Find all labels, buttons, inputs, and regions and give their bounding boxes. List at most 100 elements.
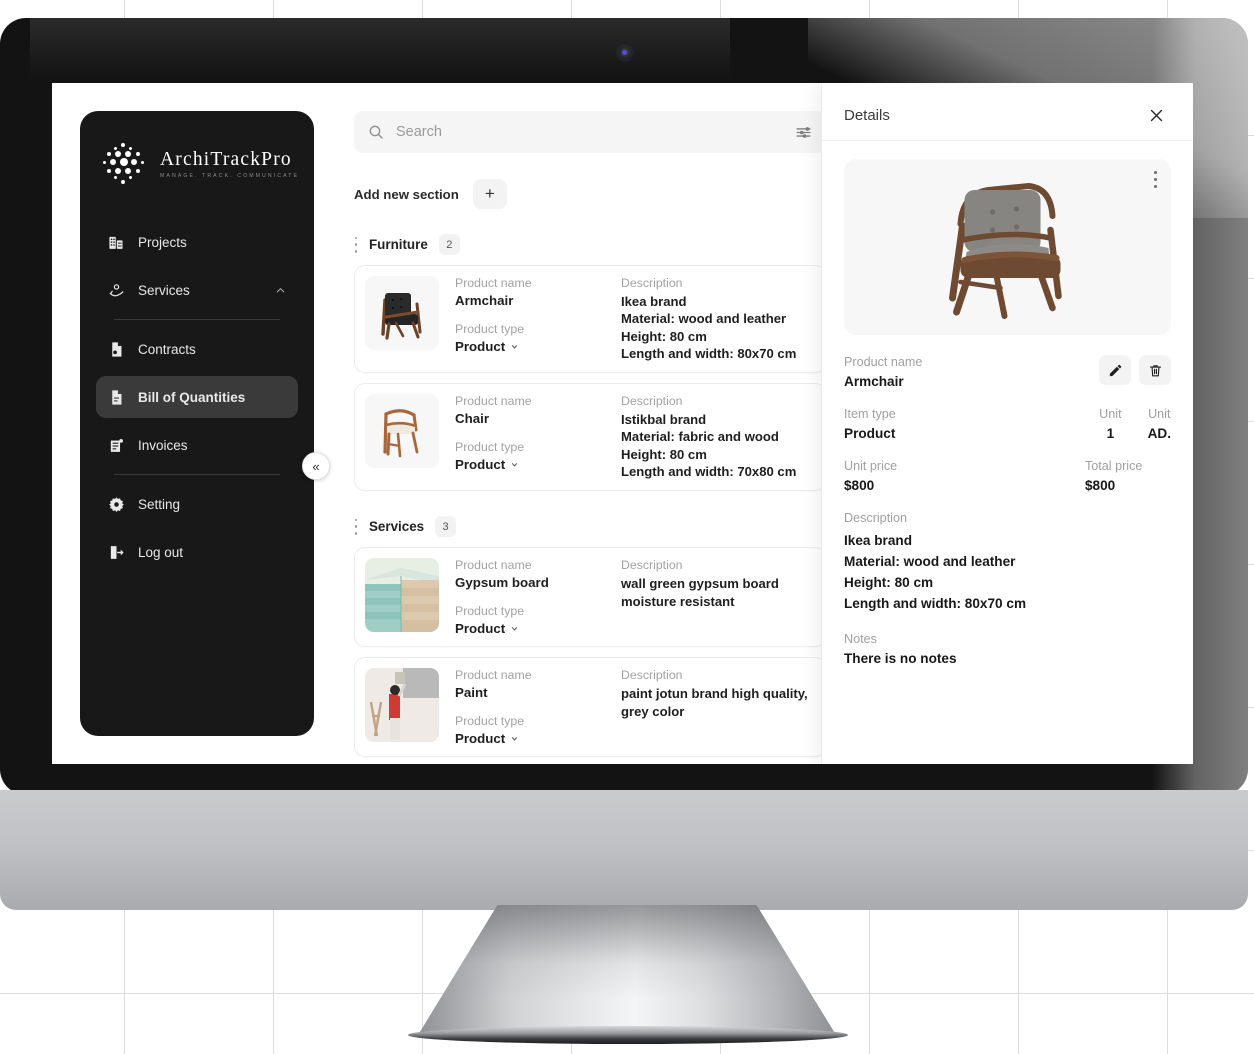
product-card-gypsum-board[interactable]: Product name Gypsum board Product type P… <box>354 547 826 648</box>
wooden-chair-thumb <box>365 394 439 469</box>
add-section-button[interactable]: + <box>472 179 507 209</box>
sidebar-item-log-out[interactable]: Log out <box>96 531 298 573</box>
filter-sliders-icon[interactable] <box>795 124 812 141</box>
description-value: wall green gypsum board moisture resista… <box>621 576 779 609</box>
product-type-value: Product <box>455 457 506 473</box>
add-section-label: Add new section <box>354 186 459 202</box>
more-vertical-icon[interactable] <box>1153 171 1157 188</box>
detail-notes-value: There is no notes <box>844 651 957 667</box>
contract-document-icon <box>112 341 122 357</box>
drag-handle-icon[interactable] <box>354 518 358 535</box>
gypsum-board-stack-thumb <box>365 558 439 633</box>
sidebar-item-label: Services <box>138 282 190 298</box>
detail-item-type-label: Item type <box>844 407 896 421</box>
detail-unit-measure-label: Unit <box>1148 407 1171 421</box>
detail-description-label: Description <box>844 511 907 525</box>
product-type-label: Product type <box>455 714 525 729</box>
sidebar-item-label: Setting <box>138 496 181 512</box>
product-card-chair[interactable]: Product name Chair Product type Product … <box>354 383 826 492</box>
product-type-select[interactable]: Product <box>455 621 605 636</box>
details-header: Details <box>822 83 1193 141</box>
sidebar-item-label: Invoices <box>138 437 188 453</box>
product-name-label: Product name <box>455 668 532 683</box>
search-input[interactable] <box>396 124 783 140</box>
product-type-select[interactable]: Product <box>455 457 605 472</box>
details-row-product-name: Product name Armchair <box>844 355 1171 389</box>
product-name-value: Paint <box>455 685 488 701</box>
monitor-stand-shading <box>418 905 836 1035</box>
chevron-up-icon[interactable] <box>275 285 286 296</box>
drag-handle-icon[interactable] <box>354 236 358 253</box>
detail-product-name-value: Armchair <box>844 374 904 389</box>
details-hero-image <box>844 159 1171 335</box>
sidebar-item-contracts[interactable]: Contracts <box>96 328 298 370</box>
sidebar-item-setting[interactable]: Setting <box>96 483 298 525</box>
chevron-down-icon <box>512 737 518 741</box>
product-type-value: Product <box>455 731 506 747</box>
sidebar: ArchiTrackPro MANAGE. TRACK. COMMUNICATE <box>80 111 314 736</box>
sidebar-divider-top <box>114 319 280 320</box>
product-type-label: Product type <box>455 440 525 455</box>
product-type-label: Product type <box>455 322 525 336</box>
detail-unit-price-value: $800 <box>844 478 875 493</box>
product-type-select[interactable]: Product <box>455 731 605 746</box>
section-count-badge: 3 <box>435 516 457 538</box>
section-count-badge: 2 <box>438 234 460 255</box>
detail-unit-measure: Unit AD. <box>1148 407 1171 441</box>
sidebar-item-label: Log out <box>138 544 184 560</box>
details-body: Product name Armchair Item type Product … <box>822 335 1193 666</box>
sidebar-item-label: Bill of Quantities <box>138 389 246 405</box>
logo-dot-matrix-icon <box>102 141 148 187</box>
detail-unit-qty-value: 1 <box>1106 426 1115 441</box>
sidebar-item-label: Projects <box>138 234 187 250</box>
section-title: Furniture <box>369 237 428 252</box>
chevron-down-icon <box>512 345 518 349</box>
search-icon <box>368 124 384 140</box>
app-logo: ArchiTrackPro MANAGE. TRACK. COMMUNICATE <box>80 111 314 187</box>
description-label: Description <box>621 276 683 290</box>
monitor-mockup: ArchiTrackPro MANAGE. TRACK. COMMUNICATE <box>0 0 1254 1054</box>
details-row-prices: Unit price $800 Total price $800 <box>844 459 1171 493</box>
description-value: Ikea brand Material: wood and leather Heig… <box>621 294 797 361</box>
logout-icon <box>110 545 124 559</box>
section-title: Services <box>369 519 425 535</box>
detail-item-type-value: Product <box>844 426 896 441</box>
detail-notes-label: Notes <box>844 632 877 647</box>
product-name-value: Gypsum board <box>455 575 549 591</box>
buildings-icon <box>109 236 123 249</box>
description-label: Description <box>621 558 683 573</box>
gear-icon <box>109 496 124 512</box>
product-type-value: Product <box>455 339 506 354</box>
product-type-select[interactable]: Product <box>455 339 605 354</box>
details-title: Details <box>844 107 890 124</box>
detail-product-name-label: Product name <box>844 355 923 369</box>
description-label: Description <box>621 668 683 683</box>
services-icon <box>109 283 124 296</box>
screen-area: ArchiTrackPro MANAGE. TRACK. COMMUNICATE <box>52 83 1193 764</box>
monitor-stand-base <box>408 1026 848 1044</box>
details-panel: Details Product name Armchair Item type … <box>821 83 1193 764</box>
sidebar-collapse-button[interactable]: « <box>302 452 330 480</box>
product-card-armchair[interactable]: Product name Armchair Product type Produ… <box>354 265 826 374</box>
details-row-item-type: Item type Product Unit 1 Unit AD. <box>844 407 1171 441</box>
search-bar[interactable] <box>354 111 826 153</box>
sidebar-item-invoices[interactable]: Invoices <box>96 424 298 466</box>
trash-icon[interactable] <box>1139 355 1171 385</box>
sidebar-item-services[interactable]: Services <box>96 269 298 311</box>
sidebar-item-projects[interactable]: Projects <box>96 221 298 263</box>
close-icon[interactable] <box>1148 107 1165 124</box>
sidebar-nav: Projects Services Contracts Bill of Quan… <box>80 221 314 579</box>
brand-tagline: MANAGE. TRACK. COMMUNICATE <box>160 173 300 179</box>
grey-armchair-wooden-frame <box>900 172 1115 322</box>
detail-description-value: Ikea brand Material: wood and leather Heig… <box>844 533 1027 612</box>
sidebar-divider-bottom <box>114 474 280 475</box>
application-window: ArchiTrackPro MANAGE. TRACK. COMMUNICATE <box>52 83 1193 764</box>
pencil-icon[interactable] <box>1099 355 1131 385</box>
details-row-notes: Notes There is no notes <box>844 632 1171 666</box>
sidebar-item-bill-of-quantities[interactable]: Bill of Quantities <box>96 376 298 418</box>
product-type-label: Product type <box>455 604 525 619</box>
product-type-value: Product <box>455 621 506 637</box>
product-card-paint[interactable]: Product name Paint Product type Product … <box>354 657 826 758</box>
details-row-description: Description Ikea brand Material: wood and… <box>844 511 1171 614</box>
description-value: Istikbal brand Material: fabric and wood H… <box>621 412 797 479</box>
